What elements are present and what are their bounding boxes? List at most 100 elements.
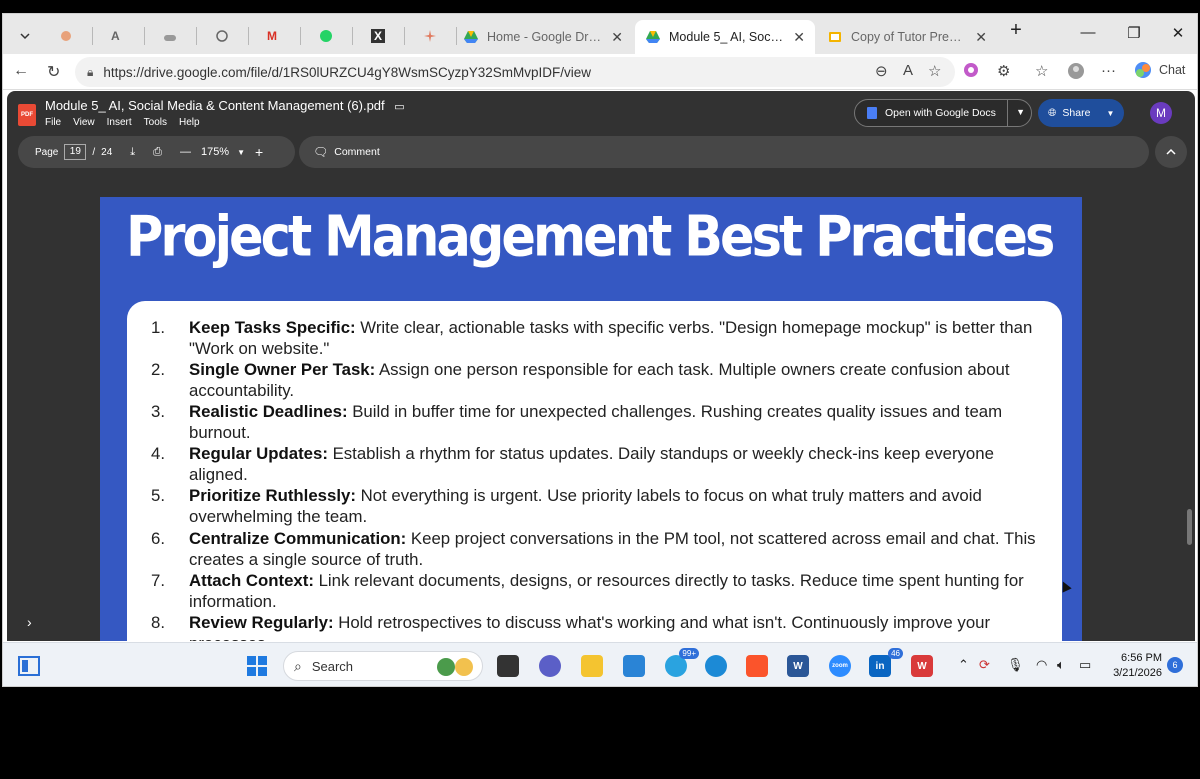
chevron-down-icon <box>20 33 30 40</box>
battery-icon[interactable]: ▭ <box>1079 657 1091 673</box>
menu-tools[interactable]: Tools <box>144 117 167 128</box>
item-number: 6. <box>151 529 165 548</box>
avatar[interactable]: M <box>1150 102 1172 124</box>
item-label: Keep Tasks Specific: <box>189 318 356 337</box>
notification-badge[interactable]: 6 <box>1167 657 1183 673</box>
item-label: Regular Updates: <box>189 444 328 463</box>
pinned-tab-4[interactable] <box>205 22 249 50</box>
document-title-text: Module 5_ AI, Social Media & Content Man… <box>45 98 385 113</box>
back-icon[interactable]: ← <box>13 62 29 80</box>
item-body: Centralize Communication: Keep project c… <box>189 528 1054 570</box>
refresh-icon[interactable]: ↻ <box>47 62 60 82</box>
whatsapp-icon <box>320 30 332 42</box>
copilot-chat-button[interactable]: Chat <box>1133 60 1185 80</box>
menu-file[interactable]: File <box>45 117 61 128</box>
tab-google-drive[interactable]: Home - Google Drive ✕ <box>453 20 633 54</box>
profile-icon[interactable] <box>1067 62 1085 84</box>
close-icon[interactable]: ✕ <box>793 29 805 46</box>
widgets-icon[interactable] <box>17 655 41 677</box>
gmail-icon: M <box>267 29 277 43</box>
chevron-up-icon[interactable]: ⌃ <box>958 657 969 673</box>
volume-icon[interactable]: 🔈︎ <box>1057 657 1065 673</box>
wps-office-icon[interactable]: W <box>911 655 933 677</box>
print-icon[interactable]: ⎙ <box>153 146 162 159</box>
pinned-tab-2[interactable]: A <box>101 22 145 50</box>
more-menu-icon[interactable]: ··· <box>1101 62 1116 79</box>
item-body: Realistic Deadlines: Build in buffer tim… <box>189 401 1054 443</box>
new-tab-button[interactable]: + <box>1001 19 1031 42</box>
taskbar-search[interactable]: ⌕ Search <box>283 651 483 681</box>
windows-taskbar: ⌕ Search 99+ W zoom in 46 W ⌃ ⟳ 🎙︎ ◠ 🔈︎ … <box>3 642 1197 686</box>
item-text: Link relevant documents, designs, or res… <box>189 571 1024 611</box>
search-highlight-icon <box>436 656 476 681</box>
caret-down-icon[interactable]: ▼ <box>1016 107 1025 117</box>
vscode-icon[interactable] <box>623 655 645 677</box>
caret-down-icon[interactable]: ▼ <box>1106 109 1114 118</box>
telegram-icon[interactable]: 99+ <box>665 648 699 677</box>
clock-date: 3/21/2026 <box>1113 667 1162 679</box>
menu-insert[interactable]: Insert <box>107 117 132 128</box>
download-icon[interactable]: ⤓ <box>130 146 135 159</box>
app-tray-icon[interactable]: ⟳ <box>979 657 990 673</box>
linkedin-icon[interactable]: in 46 <box>869 648 903 677</box>
pinned-tab-gmail[interactable]: M <box>257 22 301 50</box>
extension-color-icon[interactable] <box>963 62 979 82</box>
tab-tutor-presentation[interactable]: Copy of Tutor Presentatio ✕ <box>817 20 997 54</box>
pdf-viewer: PDF Module 5_ AI, Social Media & Content… <box>7 91 1195 641</box>
folder-icon[interactable]: ▭ <box>394 101 404 113</box>
tab-list-button[interactable] <box>9 22 39 50</box>
favorites-icon[interactable]: ☆ <box>1035 62 1048 80</box>
close-icon[interactable]: ✕ <box>975 29 987 46</box>
item-body: Single Owner Per Task: Assign one person… <box>189 359 1054 401</box>
open-with-google-docs-button[interactable]: Open with Google Docs ▼ <box>854 99 1032 127</box>
share-button[interactable]: 🌐︎ Share ▼ <box>1038 99 1124 127</box>
read-aloud-icon[interactable]: A <box>903 62 913 79</box>
edge-icon[interactable] <box>705 655 727 677</box>
tab-module-5[interactable]: Module 5_ AI, Social Media ✕ <box>635 20 815 54</box>
menu-help[interactable]: Help <box>179 117 200 128</box>
pinned-tab-x[interactable]: X <box>361 22 405 50</box>
wifi-icon[interactable]: ◠ <box>1036 657 1047 673</box>
menu-view[interactable]: View <box>73 117 95 128</box>
page-number-input[interactable]: 19 <box>64 144 87 160</box>
scrollbar[interactable] <box>1187 509 1192 545</box>
favorite-star-icon[interactable]: ☆ <box>928 62 941 80</box>
item-label: Attach Context: <box>189 571 314 590</box>
brave-icon[interactable] <box>746 655 768 677</box>
open-with-label: Open with Google Docs <box>885 107 996 119</box>
caret-down-icon[interactable]: ▼ <box>237 148 245 157</box>
restore-button[interactable]: ❐ <box>1119 24 1149 42</box>
practices-card: 1. Keep Tasks Specific: Write clear, act… <box>127 301 1062 641</box>
pinned-tab-3[interactable] <box>153 22 197 50</box>
tab-strip: A M X Home - Google Drive ✕ Module 5_ AI… <box>3 14 1197 54</box>
zoom-level[interactable]: 175% <box>201 146 229 158</box>
minimize-button[interactable]: — <box>1073 24 1103 41</box>
file-explorer-icon[interactable] <box>581 655 603 677</box>
item-body: Regular Updates: Establish a rhythm for … <box>189 443 1054 485</box>
word-icon[interactable]: W <box>787 655 809 677</box>
zoom-in-button[interactable]: + <box>255 144 263 160</box>
close-icon[interactable]: ✕ <box>611 29 623 46</box>
microphone-icon[interactable]: 🎙︎ <box>1007 657 1024 673</box>
zoom-icon[interactable]: ⊖ <box>875 62 888 80</box>
zoom-icon[interactable]: zoom <box>829 655 851 677</box>
pinned-tab-8[interactable] <box>413 22 457 50</box>
expand-sidebar-icon[interactable]: › <box>27 614 32 630</box>
pdf-file-icon: PDF <box>18 104 36 126</box>
pinned-tab-whatsapp[interactable] <box>309 22 353 50</box>
pinned-tab-1[interactable] <box>49 22 93 50</box>
teams-chat-icon[interactable] <box>539 655 561 677</box>
start-icon[interactable] <box>246 655 268 677</box>
google-docs-icon <box>867 107 877 119</box>
collapse-toolbar-button[interactable] <box>1155 136 1187 168</box>
task-view-icon[interactable] <box>497 655 519 677</box>
extensions-puzzle-icon[interactable]: ⚙ <box>997 62 1010 80</box>
item-number: 7. <box>151 571 165 590</box>
comment-button[interactable]: Comment <box>334 146 380 158</box>
zoom-out-button[interactable]: — <box>180 146 191 158</box>
comment-icon: 🗨︎ <box>313 145 329 159</box>
url-bar[interactable]: 🔒︎ https://drive.google.com/file/d/1RS0l… <box>75 57 955 87</box>
close-window-button[interactable]: ✕ <box>1163 24 1193 42</box>
system-clock[interactable]: 6:56 PM 3/21/2026 <box>1108 651 1162 681</box>
item-number: 3. <box>151 402 165 421</box>
